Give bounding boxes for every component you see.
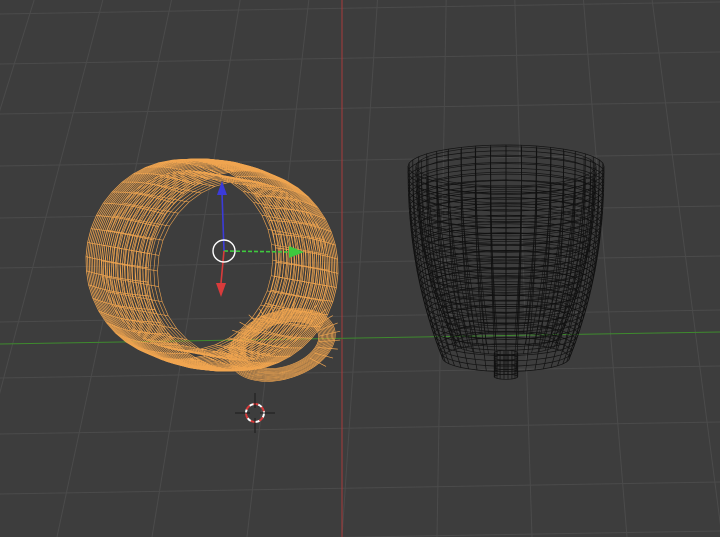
3d-cursor-icon[interactable] xyxy=(235,393,275,433)
3d-viewport[interactable] xyxy=(0,0,720,537)
gizmo-x-arrow[interactable] xyxy=(216,250,226,297)
gizmo-y-arrow[interactable] xyxy=(223,246,304,258)
y-axis-line xyxy=(0,331,720,345)
mug-wireframe-icon[interactable] xyxy=(85,158,345,394)
cup-wireframe-icon[interactable] xyxy=(407,144,605,380)
floor-grid xyxy=(0,0,720,537)
